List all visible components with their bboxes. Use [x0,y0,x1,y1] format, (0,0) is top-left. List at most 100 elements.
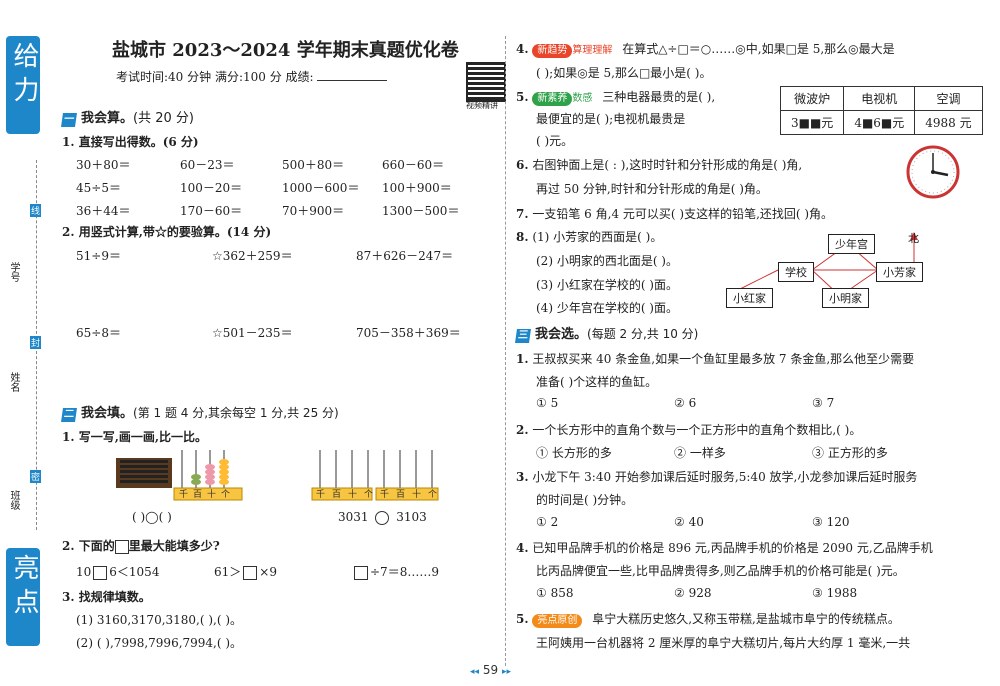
c4-option-2[interactable]: ② 928 [674,586,711,600]
c2-option-3[interactable]: ③ 正方形的多 [812,444,888,461]
c3-option-1[interactable]: ① 2 [536,515,558,529]
section-2-heading: 二我会填。(第 1 题 4 分,其余每空 1 分,共 25 分) [61,402,339,422]
prev-arrows-icon: ◂◂ [470,667,480,677]
q2-item: ☆501－235＝ [212,326,293,340]
r-q4: 4. 新趋势 算理理解 在算式△÷□＝○……◎中,如果□是 5,那么◎最大是 [516,40,895,58]
c2-text-1: 一个长方形中的直角个数与一个正方形中的直角个数相比,( )。 [532,423,862,437]
compare-right-b: 3103 [396,510,427,524]
c1-option-1[interactable]: ① 5 [536,396,558,410]
exam-info: 考试时间:40 分钟 满分:100 分 成绩: [116,68,388,85]
section-1-desc: (共 20 分) [133,111,194,126]
expr1-b: 6＜1054 [109,565,160,579]
r-q8-line-1: 8. (1) 小芳家的西面是( )。 [516,228,662,245]
expr3: ÷7＝8……9 [370,565,439,579]
c2-option-1[interactable]: ① 长方形的多 [536,444,612,461]
fill-q3-line-1: (1) 3160,3170,3180,( ),( )。 [76,613,243,627]
abacus-left-label-qian: 千 [179,489,188,500]
blank-box [354,565,368,580]
abacus-right-label-shi: 十 [348,488,357,500]
r-q5-line-1: 三种电器最贵的是( ), [602,90,716,104]
expr2-a: 61＞ [214,565,242,579]
q2-item: 705－358＋369＝ [356,326,461,340]
abacus-right-label-ge: 个 [364,489,373,500]
abacus-right-label-bai: 百 [332,489,341,500]
c4-text-1: 已知甲品牌手机的价格是 896 元,丙品牌手机的价格是 2090 元,乙品牌手机 [532,541,933,555]
q1-item: 660－60＝ [382,158,445,172]
c1-line-2: 准备( )个这样的鱼缸。 [536,375,658,389]
r-q8-line-3: (3) 小红家在学校的( )面。 [536,278,678,292]
map-fang-home: 小芳家 [876,262,923,282]
abacus-right2-label-ge: 个 [428,489,437,500]
c3-text-1: 小龙下午 3:40 开始参加课后延时服务,5:40 放学,小龙参加课后延时服务 [532,470,918,484]
r-q5-line-3: ( )元。 [536,134,574,148]
c3-option-2[interactable]: ② 40 [674,515,704,529]
price-table-wrap: 微波炉 电视机 空调 3■■元 4■6■元 4988 元 [779,86,983,135]
price-head-tv: 电视机 [843,86,916,111]
r-q6-line-1: 6. 右图钟面上是( : ),这时时针和分针形成的角是( )角, [516,156,802,173]
expr1-a: 10 [76,565,92,579]
c1-option-3[interactable]: ③ 7 [812,396,834,410]
r-q8-line-4: (4) 少年宫在学校的( )面。 [536,301,678,315]
page-number-value: 59 [482,663,499,677]
map-ming-home: 小明家 [822,288,869,308]
fill-q2-expr-3: ÷7＝8……9 [354,563,439,580]
c4-option-3[interactable]: ③ 1988 [812,586,857,600]
fill-q2-label-b: 里最大能填多少? [128,539,220,553]
compare-left: ( )◯( ) [132,510,172,524]
next-arrows-icon: ▸▸ [501,667,512,677]
c3-option-3[interactable]: ③ 120 [812,515,849,529]
compare-right: 3031 3103 [338,510,427,525]
r-q4-num: 4. [516,42,529,56]
page-title: 盐城市 2023～2024 学年期末真题优化卷 [112,40,459,61]
q1-item: 45÷5＝ [76,181,121,195]
section-2-title: 我会填。 [81,406,134,421]
section-1-title: 我会算。 [81,111,134,126]
price-head-microwave: 微波炉 [779,86,845,111]
section-2-number: 二 [61,408,77,422]
q2-item: 51÷9＝ [76,249,121,263]
c1-text-1: 王叔叔买来 40 条金鱼,如果一个鱼缸里最多放 7 条金鱼,那么他至少需要 [532,352,915,366]
fill-q3-line-2: (2) ( ),7998,7996,7994,( )。 [76,636,243,650]
price-val-ac: 4988 元 [914,110,983,135]
section-1-heading: 一我会算。(共 20 分) [61,107,194,127]
abacus-right2-label-shi: 十 [412,488,421,500]
r-q5-line-2: 最便宜的是( );电视机最贵是 [536,112,686,126]
sidebar: 给 力 亮 点 学号 姓名 班级 线 封 密 [0,0,44,686]
column-divider [505,36,506,666]
c4-option-1[interactable]: ① 858 [536,586,573,600]
section-1-number: 一 [61,113,77,127]
c3-line-1: 3. 小龙下午 3:40 开始参加课后延时服务,5:40 放学,小龙参加课后延时… [516,468,917,485]
blank-box [114,539,129,554]
fill-q2-label: 2. 下面的 里最大能填多少? [62,537,220,554]
page-number: ◂◂ 59 ▸▸ [470,663,511,677]
map-hong-home: 小红家 [726,288,773,308]
c4-num: 4. [516,541,529,555]
q1-item: 500＋80＝ [282,158,345,172]
q1-item: 170－60＝ [180,204,243,218]
sidebar-top-label: 给 力 [9,42,39,103]
r-q5-num: 5. [516,90,529,104]
fill-q2-label-a: 2. 下面的 [62,539,115,553]
r-q7-num: 7. [516,207,529,221]
q1-label: 1. 直接写出得数。(6 分) [62,135,199,149]
price-head-ac: 空调 [914,86,983,111]
c2-option-2[interactable]: ② 一样多 [674,444,726,461]
blank-box [243,565,258,580]
r-q4-subtag: 算理理解 [572,45,613,56]
c5-tag: 亮点原创 [532,614,583,628]
cut-mark-1: 线 [30,204,42,217]
c1-option-2[interactable]: ② 6 [674,396,696,410]
sidebar-bottom-banner: 亮 点 [6,548,40,646]
compare-circle [375,510,390,525]
c2-line-1: 2. 一个长方形中的直角个数与一个正方形中的直角个数相比,( )。 [516,421,861,438]
abacus-left: 千 百 十 个 [116,446,244,502]
r-q8-text-1: (1) 小芳家的西面是( )。 [532,230,663,244]
r-q6-line-2: 再过 50 分钟,时针和分针形成的角是( )角。 [536,182,768,196]
expr2-b: ×9 [259,565,277,579]
fill-q2-expr-1: 10 6＜1054 [76,563,159,580]
section-3-number: 三 [515,329,531,343]
field-name: 姓名 [8,372,19,392]
r-q6-num: 6. [516,158,529,172]
abacus-left-label-bai: 百 [193,489,202,500]
r-q4-line-2: ( );如果◎是 5,那么□最小是( )。 [536,66,712,80]
